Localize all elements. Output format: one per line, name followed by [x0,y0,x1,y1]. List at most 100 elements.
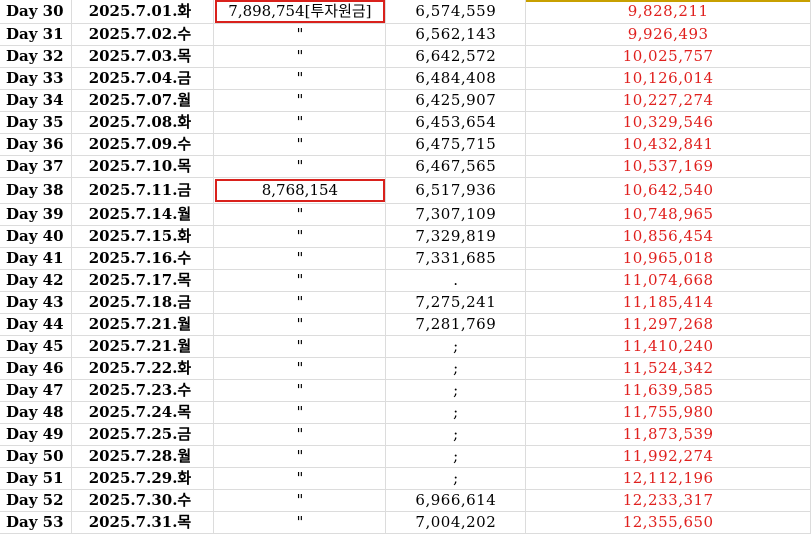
day-cell[interactable]: Day 34 [0,89,73,112]
day-cell[interactable]: Day 53 [0,511,73,534]
cumulative-cell[interactable]: 10,126,014 [525,67,811,90]
investment-cell[interactable]: 7,898,754[투자원금] [213,0,387,24]
cumulative-cell[interactable]: 10,856,454 [525,225,811,248]
date-cell[interactable]: 2025.7.15.화 [71,225,215,248]
day-cell[interactable]: Day 49 [0,423,73,446]
value-cell[interactable]: 6,574,559 [385,0,527,24]
value-cell[interactable]: 6,425,907 [385,89,527,112]
value-cell[interactable]: ; [385,379,527,402]
investment-cell[interactable]: " [213,423,387,446]
value-cell[interactable]: 7,307,109 [385,203,527,226]
day-cell[interactable]: Day 46 [0,357,73,380]
value-cell[interactable]: ; [385,467,527,490]
date-cell[interactable]: 2025.7.21.월 [71,335,215,358]
cumulative-cell[interactable]: 11,297,268 [525,313,811,336]
date-cell[interactable]: 2025.7.31.목 [71,511,215,534]
investment-cell[interactable]: " [213,467,387,490]
day-cell[interactable]: Day 38 [0,177,73,204]
cumulative-cell[interactable]: 9,828,211 [525,0,811,24]
day-cell[interactable]: Day 40 [0,225,73,248]
cumulative-cell[interactable]: 12,233,317 [525,489,811,512]
investment-cell[interactable]: " [213,401,387,424]
date-cell[interactable]: 2025.7.08.화 [71,111,215,134]
cumulative-cell[interactable]: 10,432,841 [525,133,811,156]
day-cell[interactable]: Day 52 [0,489,73,512]
investment-cell[interactable]: " [213,291,387,314]
date-cell[interactable]: 2025.7.07.월 [71,89,215,112]
day-cell[interactable]: Day 44 [0,313,73,336]
investment-cell[interactable]: " [213,269,387,292]
cumulative-cell[interactable]: 11,639,585 [525,379,811,402]
day-cell[interactable]: Day 37 [0,155,73,178]
value-cell[interactable]: 6,517,936 [385,177,527,204]
date-cell[interactable]: 2025.7.09.수 [71,133,215,156]
cumulative-cell[interactable]: 11,755,980 [525,401,811,424]
date-cell[interactable]: 2025.7.30.수 [71,489,215,512]
day-cell[interactable]: Day 47 [0,379,73,402]
value-cell[interactable]: ; [385,401,527,424]
date-cell[interactable]: 2025.7.23.수 [71,379,215,402]
date-cell[interactable]: 2025.7.03.목 [71,45,215,68]
value-cell[interactable]: 7,004,202 [385,511,527,534]
cumulative-cell[interactable]: 10,227,274 [525,89,811,112]
value-cell[interactable]: 7,275,241 [385,291,527,314]
value-cell[interactable]: 6,453,654 [385,111,527,134]
cumulative-cell[interactable]: 12,112,196 [525,467,811,490]
cumulative-cell[interactable]: 12,355,650 [525,511,811,534]
day-cell[interactable]: Day 32 [0,45,73,68]
date-cell[interactable]: 2025.7.14.월 [71,203,215,226]
day-cell[interactable]: Day 30 [0,0,73,24]
value-cell[interactable]: 6,467,565 [385,155,527,178]
date-cell[interactable]: 2025.7.11.금 [71,177,215,204]
investment-cell[interactable]: " [213,155,387,178]
day-cell[interactable]: Day 39 [0,203,73,226]
investment-cell[interactable]: " [213,511,387,534]
cumulative-cell[interactable]: 10,025,757 [525,45,811,68]
investment-cell[interactable]: " [213,111,387,134]
investment-cell[interactable]: " [213,247,387,270]
day-cell[interactable]: Day 48 [0,401,73,424]
date-cell[interactable]: 2025.7.29.화 [71,467,215,490]
investment-cell[interactable]: " [213,313,387,336]
date-cell[interactable]: 2025.7.04.금 [71,67,215,90]
cumulative-cell[interactable]: 10,642,540 [525,177,811,204]
cumulative-cell[interactable]: 11,524,342 [525,357,811,380]
day-cell[interactable]: Day 35 [0,111,73,134]
value-cell[interactable]: ; [385,357,527,380]
day-cell[interactable]: Day 51 [0,467,73,490]
date-cell[interactable]: 2025.7.28.월 [71,445,215,468]
date-cell[interactable]: 2025.7.17.목 [71,269,215,292]
cumulative-cell[interactable]: 10,965,018 [525,247,811,270]
value-cell[interactable]: 6,484,408 [385,67,527,90]
value-cell[interactable]: 6,966,614 [385,489,527,512]
day-cell[interactable]: Day 36 [0,133,73,156]
cumulative-cell[interactable]: 10,748,965 [525,203,811,226]
date-cell[interactable]: 2025.7.02.수 [71,23,215,46]
date-cell[interactable]: 2025.7.01.화 [71,0,215,24]
date-cell[interactable]: 2025.7.16.수 [71,247,215,270]
investment-cell[interactable]: " [213,133,387,156]
cumulative-cell[interactable]: 10,537,169 [525,155,811,178]
investment-cell[interactable]: " [213,23,387,46]
day-cell[interactable]: Day 42 [0,269,73,292]
investment-cell[interactable]: " [213,89,387,112]
cumulative-cell[interactable]: 11,410,240 [525,335,811,358]
investment-cell[interactable]: " [213,445,387,468]
value-cell[interactable]: 6,642,572 [385,45,527,68]
value-cell[interactable]: . [385,269,527,292]
investment-cell[interactable]: " [213,203,387,226]
investment-cell[interactable]: " [213,357,387,380]
date-cell[interactable]: 2025.7.22.화 [71,357,215,380]
investment-cell[interactable]: " [213,335,387,358]
cumulative-cell[interactable]: 9,926,493 [525,23,811,46]
day-cell[interactable]: Day 41 [0,247,73,270]
value-cell[interactable]: 7,281,769 [385,313,527,336]
day-cell[interactable]: Day 45 [0,335,73,358]
date-cell[interactable]: 2025.7.18.금 [71,291,215,314]
value-cell[interactable]: ; [385,423,527,446]
investment-cell[interactable]: " [213,225,387,248]
value-cell[interactable]: ; [385,335,527,358]
investment-cell[interactable]: " [213,67,387,90]
investment-cell[interactable]: 8,768,154 [213,177,387,204]
cumulative-cell[interactable]: 10,329,546 [525,111,811,134]
